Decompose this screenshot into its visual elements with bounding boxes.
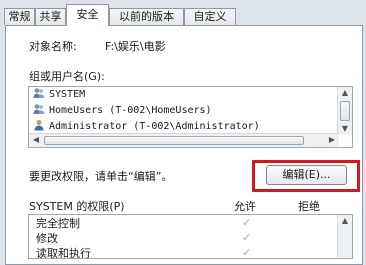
tab-security[interactable]: 安全 bbox=[66, 4, 109, 26]
tab-sharing[interactable]: 共享 bbox=[35, 8, 66, 25]
allow-check-icon: ✓ bbox=[242, 216, 252, 229]
scroll-right-icon[interactable]: ▶ bbox=[326, 134, 338, 146]
list-item-system[interactable]: SYSTEM bbox=[33, 87, 85, 103]
user-list-horizontal-scrollbar[interactable]: ◀ ▶ bbox=[29, 133, 339, 147]
edit-button[interactable]: 编辑(E)... bbox=[266, 165, 347, 185]
allow-column-header: 允许 bbox=[234, 200, 256, 213]
permissions-title: SYSTEM 的权限(P) bbox=[29, 200, 125, 213]
permissions-list: 完全控制 ✓ 修改 ✓ 读取和执行 ✓ ▲ bbox=[28, 214, 353, 259]
list-item-homeusers[interactable]: HomeUsers (T-002\HomeUsers) bbox=[33, 103, 212, 119]
tab-customize[interactable]: 自定义 bbox=[184, 8, 236, 25]
scroll-thumb[interactable] bbox=[340, 101, 350, 121]
scroll-down-icon[interactable]: ▼ bbox=[339, 123, 351, 135]
deny-column-header: 拒绝 bbox=[298, 200, 320, 213]
tab-previous-versions[interactable]: 以前的版本 bbox=[109, 8, 184, 25]
allow-check-icon: ✓ bbox=[242, 246, 252, 259]
user-icon bbox=[34, 120, 44, 131]
scroll-left-icon[interactable]: ◀ bbox=[30, 134, 42, 146]
allow-check-icon: ✓ bbox=[242, 231, 252, 244]
group-user-label: 组或用户名(G): bbox=[29, 70, 105, 83]
scroll-up-icon[interactable]: ▲ bbox=[339, 215, 351, 227]
user-list[interactable]: SYSTEM HomeUsers (T-002\HomeUsers) Admin… bbox=[28, 86, 353, 148]
users-icon bbox=[33, 88, 45, 98]
scroll-up-icon[interactable]: ▲ bbox=[339, 87, 351, 99]
permission-full-control: 完全控制 bbox=[36, 217, 80, 230]
scroll-thumb[interactable] bbox=[44, 136, 304, 145]
tab-strip: 常规 共享 安全 以前的版本 自定义 bbox=[0, 0, 366, 26]
user-list-vertical-scrollbar[interactable]: ▲ ▼ bbox=[337, 87, 352, 135]
users-icon bbox=[33, 104, 45, 114]
permission-modify: 修改 bbox=[36, 232, 58, 245]
object-name-label: 对象名称: bbox=[29, 40, 77, 53]
permission-read-execute: 读取和执行 bbox=[36, 247, 91, 259]
user-name: Administrator (T-002\Administrator) bbox=[49, 121, 260, 132]
user-name: HomeUsers (T-002\HomeUsers) bbox=[49, 105, 212, 116]
object-name-value: F:\娱乐\电影 bbox=[105, 40, 166, 53]
user-name: SYSTEM bbox=[49, 89, 86, 100]
tab-general[interactable]: 常规 bbox=[4, 8, 35, 25]
permissions-scrollbar[interactable]: ▲ bbox=[337, 215, 352, 258]
change-permissions-hint: 要更改权限，请单击“编辑”。 bbox=[29, 170, 173, 183]
